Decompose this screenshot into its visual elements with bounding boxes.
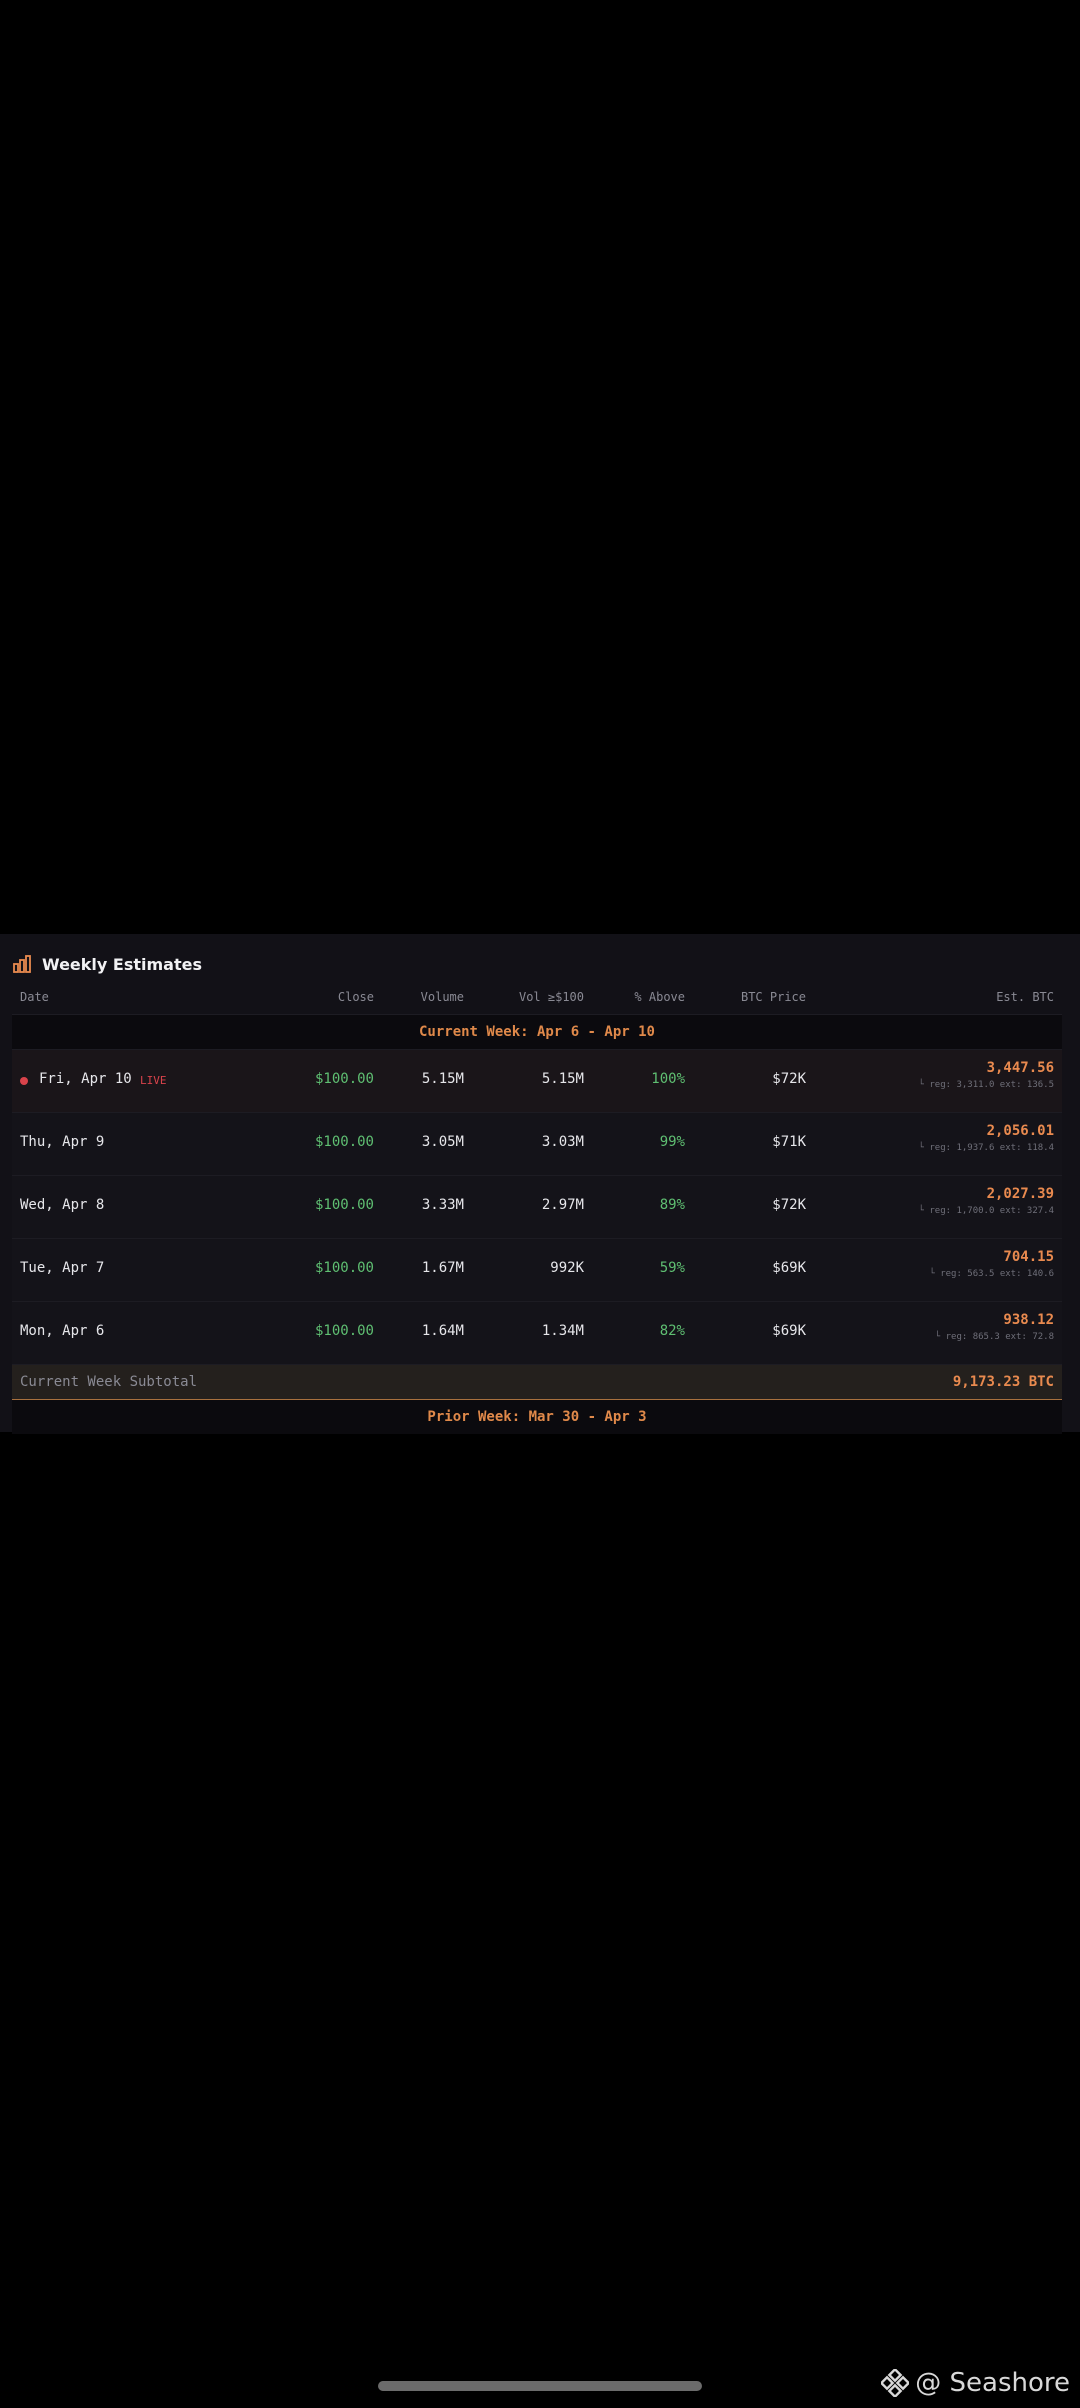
row-volume: 3.33M [421,1197,464,1213]
row-est-breakdown: └ reg: 563.5 ext: 140.6 [929,1269,1054,1279]
current-week-banner: Current Week: Apr 6 - Apr 10 [12,1014,1062,1050]
row-est: 2,056.01 └ reg: 1,937.6 ext: 118.4 [919,1123,1054,1153]
row-above: 99% [659,1134,685,1150]
row-vol100: 3.03M [541,1134,584,1150]
col-date[interactable]: Date [20,990,49,1004]
col-volume[interactable]: Volume [421,990,464,1004]
row-btc-price: $72K [772,1197,806,1213]
row-close: $100.00 [314,1071,374,1087]
row-est: 704.15 └ reg: 563.5 ext: 140.6 [929,1249,1054,1279]
weekly-estimates-panel: Weekly Estimates Date Close Volume Vol ≥… [0,934,1080,1434]
row-btc-price: $69K [772,1323,806,1339]
row-est-breakdown: └ reg: 865.3 ext: 72.8 [934,1332,1054,1342]
row-date: Fri, Apr 10 [39,1071,132,1087]
row-est-btc: 938.12 [1003,1312,1054,1328]
home-indicator[interactable] [378,2381,702,2391]
diamond-logo-icon [881,2369,910,2397]
watermark: @ Seashore [881,2368,1070,2398]
row-est-btc: 2,027.39 [986,1186,1054,1202]
col-close[interactable]: Close [338,990,374,1004]
row-volume: 1.64M [421,1323,464,1339]
row-est: 2,027.39 └ reg: 1,700.0 ext: 327.4 [919,1186,1054,1216]
panel-header: Weekly Estimates [12,952,202,976]
estimates-table: Date Close Volume Vol ≥$100 % Above BTC … [12,978,1062,1434]
row-volume: 1.67M [421,1260,464,1276]
row-above: 89% [659,1197,685,1213]
row-est-btc: 2,056.01 [986,1123,1054,1139]
table-row[interactable]: Thu, Apr 9 $100.00 3.05M 3.03M 99% $71K … [12,1113,1062,1176]
row-est: 938.12 └ reg: 865.3 ext: 72.8 [935,1312,1054,1342]
col-above[interactable]: % Above [634,990,685,1004]
col-est-btc[interactable]: Est. BTC [996,990,1054,1004]
row-est-btc: 704.15 [1003,1249,1054,1265]
current-week-subtotal: Current Week Subtotal 9,173.23 BTC [12,1365,1062,1400]
row-est-breakdown: └ reg: 1,700.0 ext: 327.4 [918,1206,1054,1216]
table-row[interactable]: Mon, Apr 6 $100.00 1.64M 1.34M 82% $69K … [12,1302,1062,1365]
bar-chart-icon [13,955,31,973]
table-row[interactable]: Fri, Apr 10 LIVE $100.00 5.15M 5.15M 100… [12,1050,1062,1113]
row-vol100: 1.34M [541,1323,584,1339]
watermark-text: @ Seashore [915,2368,1070,2398]
row-date: Wed, Apr 8 [20,1197,105,1213]
row-date: Tue, Apr 7 [20,1260,105,1276]
row-vol100: 2.97M [541,1197,584,1213]
subtotal-value: 9,173.23 BTC [952,1374,1054,1390]
row-above: 59% [659,1260,685,1276]
col-btc-price[interactable]: BTC Price [741,990,806,1004]
row-est-breakdown: └ reg: 3,311.0 ext: 136.5 [918,1080,1054,1090]
row-date: Thu, Apr 9 [20,1134,105,1150]
col-vol100[interactable]: Vol ≥$100 [519,990,584,1004]
row-est-btc: 3,447.56 [986,1060,1054,1076]
row-est-breakdown: └ reg: 1,937.6 ext: 118.4 [918,1143,1054,1153]
row-above: 100% [651,1071,685,1087]
row-date: Mon, Apr 6 [20,1323,105,1339]
row-btc-price: $71K [772,1134,806,1150]
row-above: 82% [659,1323,685,1339]
row-btc-price: $72K [772,1071,806,1087]
subtotal-label: Current Week Subtotal [20,1374,198,1390]
prior-week-banner[interactable]: Prior Week: Mar 30 - Apr 3 [12,1400,1062,1434]
panel-title: Weekly Estimates [42,954,202,974]
row-close: $100.00 [314,1260,374,1276]
row-volume: 5.15M [421,1071,464,1087]
table-row[interactable]: Wed, Apr 8 $100.00 3.33M 2.97M 89% $72K … [12,1176,1062,1239]
row-btc-price: $69K [772,1260,806,1276]
live-badge: LIVE [140,1074,167,1087]
row-vol100: 992K [550,1260,584,1276]
table-header: Date Close Volume Vol ≥$100 % Above BTC … [12,978,1062,1014]
row-vol100: 5.15M [541,1071,584,1087]
live-dot-icon [20,1077,28,1085]
row-close: $100.00 [314,1134,374,1150]
table-row[interactable]: Tue, Apr 7 $100.00 1.67M 992K 59% $69K 7… [12,1239,1062,1302]
row-close: $100.00 [314,1197,374,1213]
row-volume: 3.05M [421,1134,464,1150]
row-est: 3,447.56 └ reg: 3,311.0 ext: 136.5 [919,1060,1054,1090]
row-close: $100.00 [314,1323,374,1339]
